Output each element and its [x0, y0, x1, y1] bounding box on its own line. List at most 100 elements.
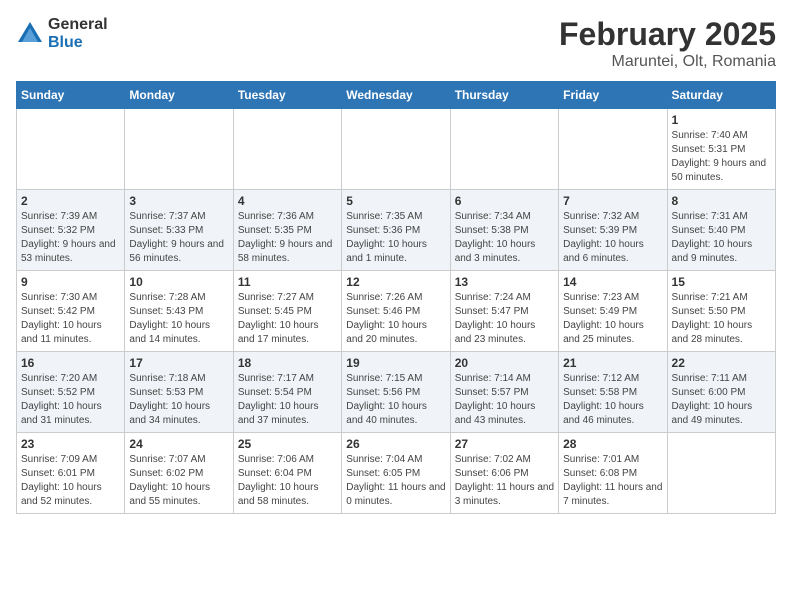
week-row-2: 2 Sunrise: 7:39 AM Sunset: 5:32 PM Daylig…	[17, 190, 776, 271]
day-info: Sunrise: 7:01 AM Sunset: 6:08 PM Dayligh…	[563, 453, 662, 509]
day-number: 24	[129, 437, 228, 451]
day-info: Sunrise: 7:31 AM Sunset: 5:40 PM Dayligh…	[672, 210, 771, 266]
calendar-cell: 28 Sunrise: 7:01 AM Sunset: 6:08 PM Dayli…	[559, 433, 667, 514]
day-info: Sunrise: 7:17 AM Sunset: 5:54 PM Dayligh…	[238, 372, 337, 428]
week-row-1: 1Sunrise: 7:40 AM Sunset: 5:31 PM Daylig…	[17, 109, 776, 190]
day-number: 8	[672, 194, 771, 208]
day-info: Sunrise: 7:12 AM Sunset: 5:58 PM Dayligh…	[563, 372, 662, 428]
day-number: 20	[455, 356, 554, 370]
weekday-header-row: SundayMondayTuesdayWednesdayThursdayFrid…	[17, 82, 776, 109]
day-number: 21	[563, 356, 662, 370]
day-info: Sunrise: 7:28 AM Sunset: 5:43 PM Dayligh…	[129, 291, 228, 347]
day-number: 23	[21, 437, 120, 451]
month-title: February 2025	[559, 16, 776, 53]
week-row-3: 9 Sunrise: 7:30 AM Sunset: 5:42 PM Daylig…	[17, 271, 776, 352]
day-number: 18	[238, 356, 337, 370]
logo-general-label: General	[48, 16, 108, 34]
day-info: Sunrise: 7:18 AM Sunset: 5:53 PM Dayligh…	[129, 372, 228, 428]
day-info: Sunrise: 7:26 AM Sunset: 5:46 PM Dayligh…	[346, 291, 445, 347]
day-info: Sunrise: 7:07 AM Sunset: 6:02 PM Dayligh…	[129, 453, 228, 509]
day-number: 28	[563, 437, 662, 451]
day-number: 10	[129, 275, 228, 289]
day-info: Sunrise: 7:34 AM Sunset: 5:38 PM Dayligh…	[455, 210, 554, 266]
day-number: 22	[672, 356, 771, 370]
calendar-cell	[667, 433, 775, 514]
day-number: 2	[21, 194, 120, 208]
weekday-header-thursday: Thursday	[450, 82, 558, 109]
calendar-cell: 7 Sunrise: 7:32 AM Sunset: 5:39 PM Daylig…	[559, 190, 667, 271]
calendar-cell: 2 Sunrise: 7:39 AM Sunset: 5:32 PM Daylig…	[17, 190, 125, 271]
day-info: Sunrise: 7:02 AM Sunset: 6:06 PM Dayligh…	[455, 453, 554, 509]
day-number: 3	[129, 194, 228, 208]
calendar-cell	[450, 109, 558, 190]
calendar-cell: 26 Sunrise: 7:04 AM Sunset: 6:05 PM Dayli…	[342, 433, 450, 514]
calendar-cell: 17 Sunrise: 7:18 AM Sunset: 5:53 PM Dayli…	[125, 352, 233, 433]
day-info: Sunrise: 7:21 AM Sunset: 5:50 PM Dayligh…	[672, 291, 771, 347]
day-info: Sunrise: 7:23 AM Sunset: 5:49 PM Dayligh…	[563, 291, 662, 347]
day-info: Sunrise: 7:37 AM Sunset: 5:33 PM Dayligh…	[129, 210, 228, 266]
location-title: Maruntei, Olt, Romania	[559, 53, 776, 71]
day-number: 17	[129, 356, 228, 370]
day-info: Sunrise: 7:20 AM Sunset: 5:52 PM Dayligh…	[21, 372, 120, 428]
day-info: Sunrise: 7:32 AM Sunset: 5:39 PM Dayligh…	[563, 210, 662, 266]
day-number: 6	[455, 194, 554, 208]
day-number: 16	[21, 356, 120, 370]
day-info: Sunrise: 7:04 AM Sunset: 6:05 PM Dayligh…	[346, 453, 445, 509]
calendar-cell: 9 Sunrise: 7:30 AM Sunset: 5:42 PM Daylig…	[17, 271, 125, 352]
calendar-cell: 27Sunrise: 7:02 AM Sunset: 6:06 PM Dayli…	[450, 433, 558, 514]
header: General Blue February 2025 Maruntei, Olt…	[16, 16, 776, 71]
day-info: Sunrise: 7:15 AM Sunset: 5:56 PM Dayligh…	[346, 372, 445, 428]
title-area: February 2025 Maruntei, Olt, Romania	[559, 16, 776, 71]
day-number: 26	[346, 437, 445, 451]
calendar-cell: 8 Sunrise: 7:31 AM Sunset: 5:40 PM Daylig…	[667, 190, 775, 271]
day-info: Sunrise: 7:06 AM Sunset: 6:04 PM Dayligh…	[238, 453, 337, 509]
day-number: 9	[21, 275, 120, 289]
day-info: Sunrise: 7:39 AM Sunset: 5:32 PM Dayligh…	[21, 210, 120, 266]
calendar-cell: 6 Sunrise: 7:34 AM Sunset: 5:38 PM Daylig…	[450, 190, 558, 271]
calendar-cell: 4 Sunrise: 7:36 AM Sunset: 5:35 PM Daylig…	[233, 190, 341, 271]
calendar-cell: 13Sunrise: 7:24 AM Sunset: 5:47 PM Dayli…	[450, 271, 558, 352]
day-number: 5	[346, 194, 445, 208]
calendar-cell: 1Sunrise: 7:40 AM Sunset: 5:31 PM Daylig…	[667, 109, 775, 190]
weekday-header-wednesday: Wednesday	[342, 82, 450, 109]
calendar-cell: 24 Sunrise: 7:07 AM Sunset: 6:02 PM Dayli…	[125, 433, 233, 514]
day-info: Sunrise: 7:27 AM Sunset: 5:45 PM Dayligh…	[238, 291, 337, 347]
calendar-cell: 16 Sunrise: 7:20 AM Sunset: 5:52 PM Dayli…	[17, 352, 125, 433]
calendar-cell	[233, 109, 341, 190]
day-number: 12	[346, 275, 445, 289]
day-info: Sunrise: 7:09 AM Sunset: 6:01 PM Dayligh…	[21, 453, 120, 509]
weekday-header-monday: Monday	[125, 82, 233, 109]
day-number: 1	[672, 113, 771, 127]
logo-blue-label: Blue	[48, 34, 108, 52]
day-info: Sunrise: 7:30 AM Sunset: 5:42 PM Dayligh…	[21, 291, 120, 347]
logo: General Blue	[16, 16, 108, 51]
day-number: 4	[238, 194, 337, 208]
calendar-cell: 14 Sunrise: 7:23 AM Sunset: 5:49 PM Dayli…	[559, 271, 667, 352]
day-number: 19	[346, 356, 445, 370]
calendar-cell	[17, 109, 125, 190]
day-info: Sunrise: 7:11 AM Sunset: 6:00 PM Dayligh…	[672, 372, 771, 428]
calendar-cell: 22 Sunrise: 7:11 AM Sunset: 6:00 PM Dayli…	[667, 352, 775, 433]
calendar-table: SundayMondayTuesdayWednesdayThursdayFrid…	[16, 81, 776, 514]
calendar-cell: 5Sunrise: 7:35 AM Sunset: 5:36 PM Daylig…	[342, 190, 450, 271]
day-number: 25	[238, 437, 337, 451]
calendar-cell: 20Sunrise: 7:14 AM Sunset: 5:57 PM Dayli…	[450, 352, 558, 433]
calendar-cell: 3 Sunrise: 7:37 AM Sunset: 5:33 PM Daylig…	[125, 190, 233, 271]
day-info: Sunrise: 7:24 AM Sunset: 5:47 PM Dayligh…	[455, 291, 554, 347]
calendar-cell: 15Sunrise: 7:21 AM Sunset: 5:50 PM Dayli…	[667, 271, 775, 352]
calendar-cell: 12 Sunrise: 7:26 AM Sunset: 5:46 PM Dayli…	[342, 271, 450, 352]
calendar-cell: 10 Sunrise: 7:28 AM Sunset: 5:43 PM Dayli…	[125, 271, 233, 352]
logo-text: General Blue	[48, 16, 108, 51]
logo-icon	[16, 20, 44, 48]
weekday-header-tuesday: Tuesday	[233, 82, 341, 109]
day-info: Sunrise: 7:36 AM Sunset: 5:35 PM Dayligh…	[238, 210, 337, 266]
calendar-cell	[125, 109, 233, 190]
calendar-cell: 21 Sunrise: 7:12 AM Sunset: 5:58 PM Dayli…	[559, 352, 667, 433]
week-row-5: 23 Sunrise: 7:09 AM Sunset: 6:01 PM Dayli…	[17, 433, 776, 514]
weekday-header-saturday: Saturday	[667, 82, 775, 109]
day-number: 14	[563, 275, 662, 289]
day-number: 7	[563, 194, 662, 208]
week-row-4: 16 Sunrise: 7:20 AM Sunset: 5:52 PM Dayli…	[17, 352, 776, 433]
weekday-header-friday: Friday	[559, 82, 667, 109]
calendar-cell: 18 Sunrise: 7:17 AM Sunset: 5:54 PM Dayli…	[233, 352, 341, 433]
